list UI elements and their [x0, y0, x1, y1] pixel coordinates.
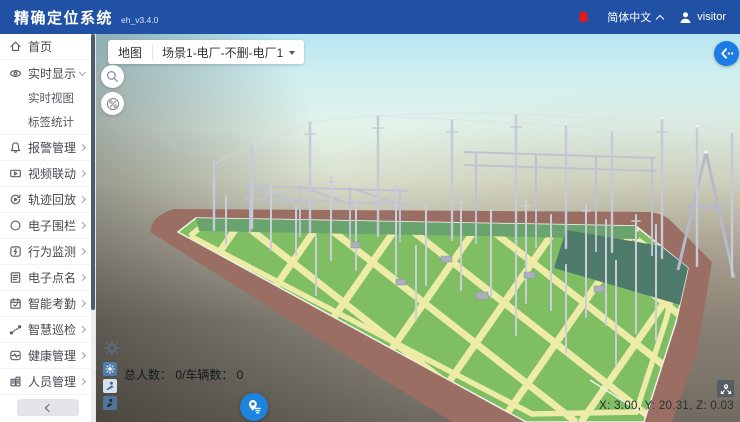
panel-collapse-icon [718, 45, 735, 62]
sidebar-subitem-label: 标签统计 [28, 114, 74, 130]
user-menu[interactable]: visitor [679, 11, 726, 24]
substation-3d-scene[interactable] [96, 34, 740, 422]
people-layer-toggle[interactable] [103, 362, 117, 376]
vehicle-layer-icon [105, 381, 115, 391]
map-stats-text: 总人数： 0/车辆数： 0 [124, 366, 243, 383]
sidebar-item-electronic-fence[interactable]: 电子围栏 [0, 213, 95, 239]
personnel-building-icon [9, 375, 22, 388]
chevron-right-icon [79, 196, 86, 203]
attendance-calendar-icon [9, 297, 22, 310]
playback-icon [9, 193, 22, 206]
scene-selector[interactable]: 场景1-电厂-不删-电厂1 [153, 40, 304, 64]
locate-button[interactable] [240, 393, 268, 421]
sidebar-item-label: 行为监测 [28, 243, 80, 260]
user-icon [679, 11, 692, 24]
user-name: visitor [697, 11, 726, 23]
chevron-right-icon [79, 352, 86, 359]
gear-icon [103, 339, 121, 357]
sidebar-item-realtime-display[interactable]: 实时显示 [0, 60, 95, 86]
chevron-right-icon [79, 274, 86, 281]
sidebar-item-electronic-rollcall[interactable]: 电子点名 [0, 265, 95, 291]
sidebar-item-alarm-management[interactable]: 报警管理 [0, 135, 95, 161]
sidebar-item-home[interactable]: 首页 [0, 34, 95, 60]
sidebar-scrollbar-thumb[interactable] [91, 34, 95, 310]
sidebar-item-track-playback[interactable]: 轨迹回放 [0, 187, 95, 213]
map-tab[interactable]: 地图 [108, 40, 152, 64]
alarm-bell-icon[interactable] [576, 10, 591, 25]
chevron-right-icon [79, 248, 86, 255]
sidebar-item-health-management[interactable]: 健康管理 [0, 343, 95, 369]
sidebar-item-label: 首页 [28, 38, 87, 55]
sidebar-subitem-realtime-view[interactable]: 实时视图 [0, 86, 95, 110]
home-icon [9, 40, 22, 53]
map-search-button[interactable] [101, 65, 124, 88]
chevron-right-icon [79, 222, 86, 229]
worker-layer-icon [105, 398, 115, 408]
map-measure-button[interactable] [101, 92, 124, 115]
rollcall-list-icon [9, 271, 22, 284]
scene-selector-value: 场景1-电厂-不删-电厂1 [162, 44, 283, 61]
sidebar-nav: 首页 实时显示 实时视图 标签统计 报警管理 [0, 34, 96, 422]
sidebar-item-smart-inspection[interactable]: 智慧巡检 [0, 317, 95, 343]
alarm-bell-icon [9, 141, 22, 154]
sidebar-item-video-linkage[interactable]: 视频联动 [0, 161, 95, 187]
chevron-left-icon [45, 403, 53, 411]
sidebar-item-label: 视频联动 [28, 165, 80, 182]
chevron-up-icon [656, 14, 664, 22]
caret-down-icon [289, 51, 295, 55]
sidebar-item-label: 人员管理 [28, 373, 80, 390]
sidebar-item-behavior-monitoring[interactable]: 行为监测 [0, 239, 95, 265]
chevron-right-icon [79, 300, 86, 307]
locate-pin-icon [245, 398, 263, 416]
chevron-right-icon [79, 144, 86, 151]
video-icon [9, 167, 22, 180]
sidebar-item-label: 轨迹回放 [28, 191, 80, 208]
view-reset-button[interactable] [717, 380, 734, 397]
sidebar-item-label: 实时显示 [28, 65, 80, 82]
search-icon [106, 70, 119, 83]
language-label: 简体中文 [607, 9, 651, 25]
app-version: eh_v3.4.0 [121, 15, 158, 25]
sidebar-item-personnel-management[interactable]: 人员管理 [0, 369, 95, 395]
panel-collapse-button[interactable] [714, 41, 739, 66]
people-layer-icon [105, 364, 115, 374]
sidebar-item-label: 健康管理 [28, 347, 80, 364]
language-selector[interactable]: 简体中文 [607, 9, 663, 25]
vehicle-layer-toggle[interactable] [103, 379, 117, 393]
chevron-right-icon [79, 378, 86, 385]
sidebar-item-smart-attendance[interactable]: 智能考勤 [0, 291, 95, 317]
chevron-right-icon [79, 170, 86, 177]
health-pulse-icon [9, 349, 22, 362]
map-tab-label: 地图 [118, 44, 142, 61]
camera-coordinates: X: 3.00, Y: 20.31, Z: 0.03 [599, 400, 734, 412]
percent-measure-icon [106, 97, 120, 111]
sidebar-subitem-tag-statistics[interactable]: 标签统计 [0, 110, 95, 134]
map-viewport: 地图 场景1-电厂-不删-电厂1 [96, 34, 740, 422]
sidebar-item-label: 电子点名 [28, 269, 80, 286]
sidebar-subitem-label: 实时视图 [28, 90, 74, 106]
sidebar-collapse-button[interactable] [17, 399, 79, 416]
sidebar-item-label: 智能考勤 [28, 295, 80, 312]
app-title: 精确定位系统 [14, 7, 113, 28]
sidebar-item-label: 报警管理 [28, 139, 80, 156]
sidebar-item-label: 智慧巡检 [28, 321, 80, 338]
sidebar-item-label: 电子围栏 [28, 217, 80, 234]
inspection-route-icon [9, 323, 22, 336]
compass-reset-icon [720, 383, 732, 395]
eye-icon [9, 67, 22, 80]
header-bar: 精确定位系统 eh_v3.4.0 简体中文 visitor [0, 0, 740, 34]
chevron-down-icon [79, 68, 86, 75]
behavior-bolt-icon [9, 245, 22, 258]
fence-circle-icon [9, 219, 22, 232]
worker-layer-toggle[interactable] [103, 396, 117, 410]
map-toolbar: 地图 场景1-电厂-不删-电厂1 [108, 40, 304, 64]
chevron-right-icon [79, 326, 86, 333]
map-settings-button[interactable] [103, 339, 121, 357]
app-window: 精确定位系统 eh_v3.4.0 简体中文 visitor [0, 0, 740, 422]
